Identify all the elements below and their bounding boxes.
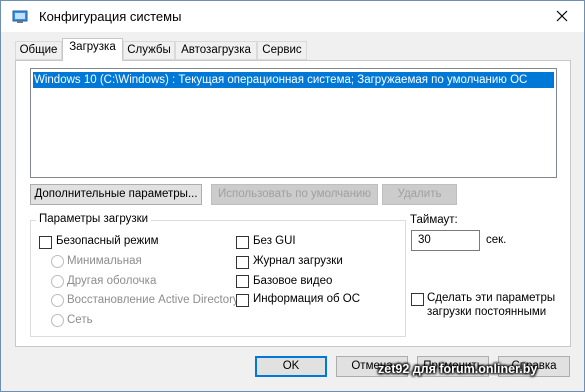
tab-startup[interactable]: Автозагрузка: [175, 41, 257, 60]
tab-tools[interactable]: Сервис: [257, 41, 307, 60]
boot-os-list[interactable]: Windows 10 (C:\Windows) : Текущая операц…: [30, 68, 557, 178]
minimal-label: Минимальная: [67, 255, 142, 267]
os-info-label: Информация об ОС: [253, 293, 361, 305]
boot-log-label: Журнал загрузки: [253, 255, 343, 267]
ok-button[interactable]: OK: [255, 356, 327, 377]
boot-log-checkbox[interactable]: [236, 256, 249, 269]
advanced-options-button[interactable]: Дополнительные параметры...: [30, 184, 202, 205]
safe-boot-label: Безопасный режим: [56, 235, 159, 247]
window-title: Конфигурация системы: [39, 9, 182, 24]
timeout-unit-label: сек.: [486, 234, 507, 246]
close-icon: [556, 10, 568, 22]
os-info-checkbox[interactable]: [236, 294, 249, 307]
tab-label: Службы: [127, 44, 171, 56]
ad-repair-radio[interactable]: [51, 294, 64, 307]
make-permanent-label-line2: загрузки постоянными: [427, 306, 547, 318]
title-bar[interactable]: Конфигурация системы: [1, 1, 584, 32]
tab-services[interactable]: Службы: [123, 41, 175, 60]
alternate-shell-radio[interactable]: [51, 275, 64, 288]
set-default-button[interactable]: Использовать по умолчанию: [211, 184, 378, 205]
make-permanent-checkbox[interactable]: [411, 293, 424, 306]
timeout-input[interactable]: 30: [411, 230, 480, 251]
close-button[interactable]: [548, 3, 576, 29]
no-gui-checkbox[interactable]: [236, 236, 249, 249]
alternate-shell-label: Другая оболочка: [67, 275, 157, 287]
base-video-label: Базовое видео: [253, 275, 333, 287]
tab-label: Автозагрузка: [181, 44, 251, 56]
timeout-label: Таймаут:: [410, 214, 458, 226]
boot-os-entry[interactable]: Windows 10 (C:\Windows) : Текущая операц…: [33, 72, 554, 88]
tab-boot[interactable]: Загрузка: [62, 38, 123, 61]
no-gui-label: Без GUI: [253, 235, 296, 247]
network-label: Сеть: [67, 314, 93, 326]
base-video-checkbox[interactable]: [236, 275, 249, 288]
minimal-radio[interactable]: [51, 255, 64, 268]
network-radio[interactable]: [51, 314, 64, 327]
system-configuration-window: Конфигурация системы Общие Загрузка Служ…: [0, 0, 585, 392]
boot-options-title: Параметры загрузки: [36, 213, 152, 225]
tab-general[interactable]: Общие: [15, 41, 62, 60]
make-permanent-label-line1: Сделать эти параметры: [427, 292, 556, 304]
ad-repair-label: Восстановление Active Directory: [67, 294, 239, 306]
safe-boot-checkbox[interactable]: [39, 236, 52, 249]
msconfig-app-icon: [12, 9, 28, 25]
tab-label: Загрузка: [69, 41, 116, 53]
watermark-text: zet92 для forum.onliner.by: [378, 362, 538, 376]
delete-button[interactable]: Удалить: [382, 184, 457, 205]
tab-label: Сервис: [262, 44, 302, 56]
tab-label: Общие: [19, 44, 58, 56]
